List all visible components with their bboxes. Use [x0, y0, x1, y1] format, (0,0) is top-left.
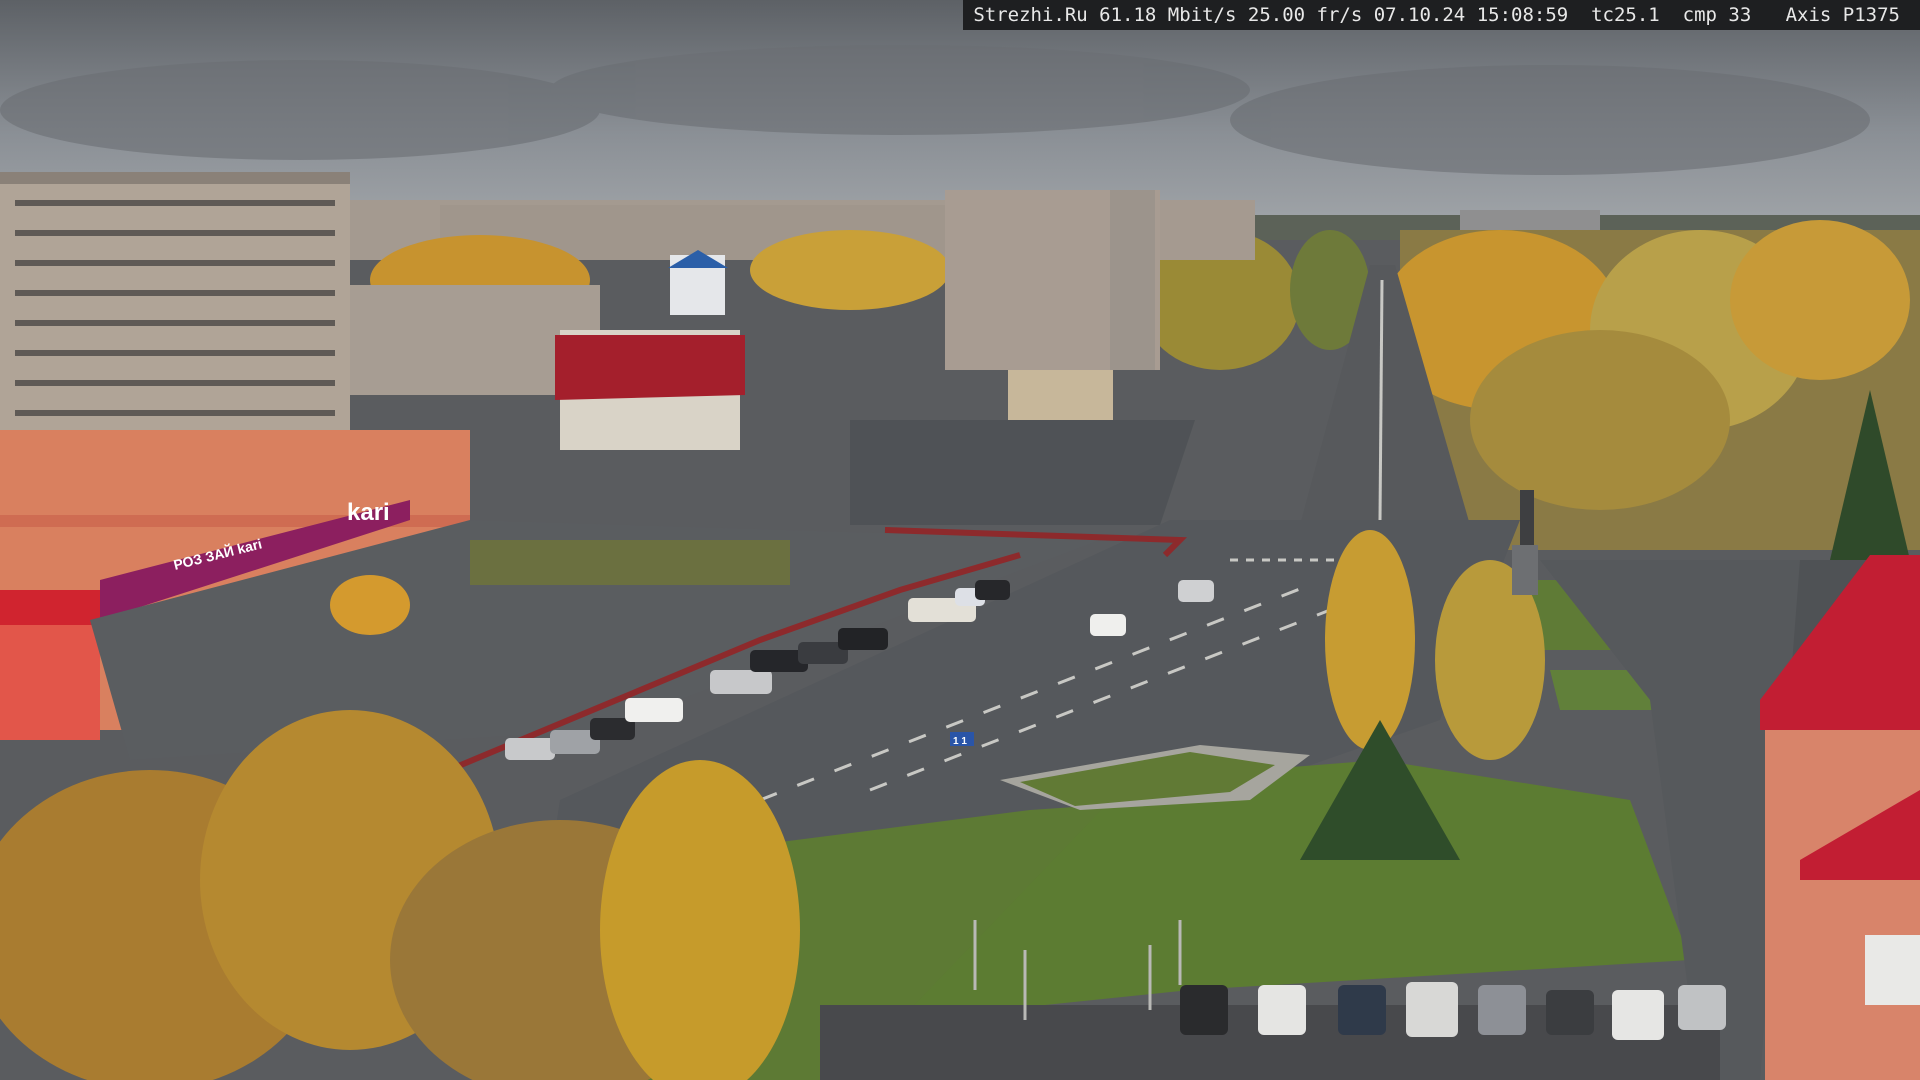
osd-cmp: cmp 33	[1682, 4, 1752, 26]
center-parking-lot	[850, 420, 1195, 525]
osd-camera-model: Axis P1375	[1785, 4, 1900, 26]
osd-bitrate: 61.18 Mbit/s	[1099, 4, 1237, 26]
parked-cars-bottom	[1180, 982, 1726, 1040]
plaza-grass	[470, 540, 790, 585]
camera-osd-overlay: Strezhi.Ru 61.18 Mbit/s 25.00 fr/s 07.10…	[963, 0, 1920, 30]
osd-date: 07.10.24	[1373, 4, 1466, 26]
osd-site: Strezhi.Ru	[973, 4, 1088, 26]
osd-time: 15:08:59	[1476, 4, 1569, 26]
lane-sign-text: 1 1	[953, 736, 967, 747]
kari-store-sign: kari	[347, 499, 390, 526]
osd-framerate: 25.00 fr/s	[1247, 4, 1363, 26]
osd-tc: tc25.1	[1591, 4, 1660, 26]
webcam-street-scene: kari РОЗ ЗАЙ kari 1 1	[0, 0, 1920, 1080]
